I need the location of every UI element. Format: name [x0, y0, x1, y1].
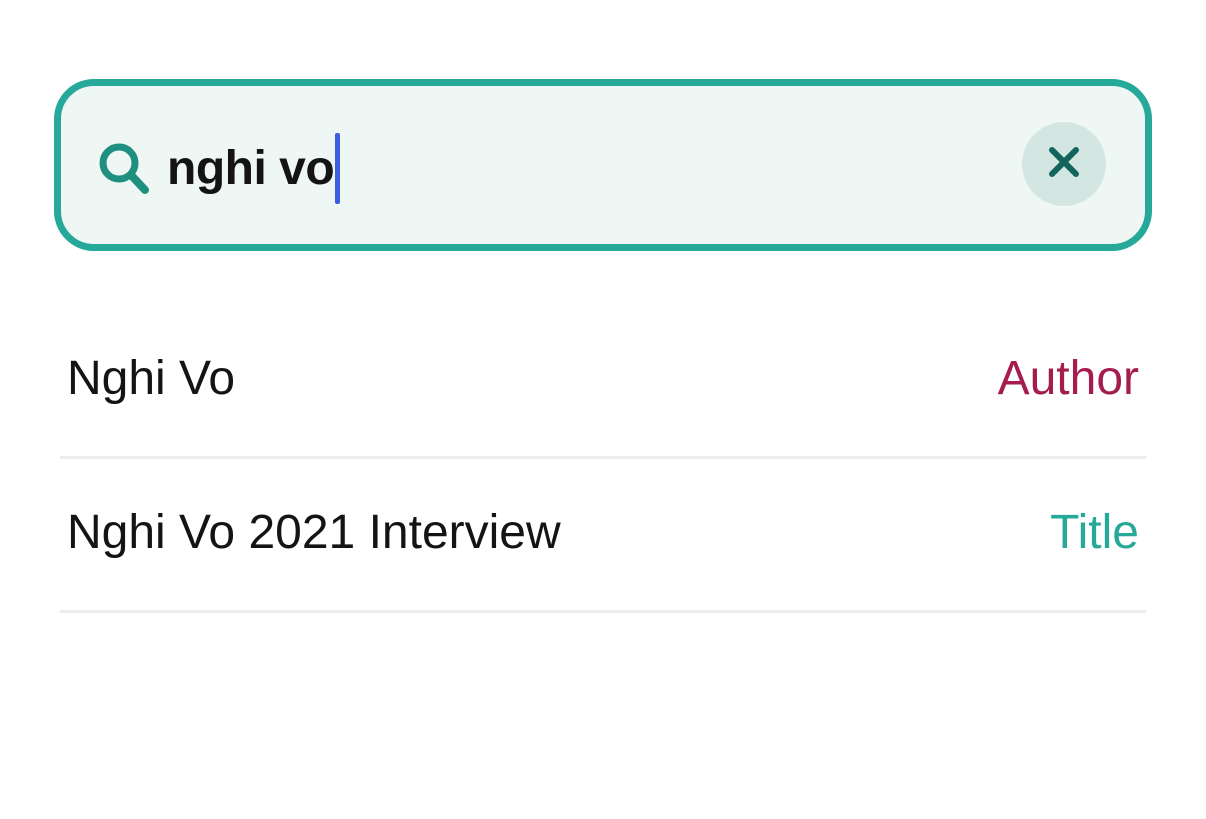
result-name: Nghi Vo 2021 Interview: [67, 506, 561, 559]
close-icon: [1048, 146, 1080, 183]
search-input[interactable]: nghi vo: [167, 132, 341, 204]
clear-search-button[interactable]: [1022, 122, 1106, 206]
search-screen: nghi vo Nghi Vo Author Nghi Vo 2021 Inte…: [0, 0, 1206, 819]
result-row-title[interactable]: Nghi Vo 2021 Interview Title: [60, 459, 1146, 613]
search-icon: [97, 140, 151, 196]
result-type-badge: Title: [1050, 506, 1139, 559]
search-results-list: Nghi Vo Author Nghi Vo 2021 Interview Ti…: [60, 305, 1146, 613]
result-type-badge: Author: [997, 352, 1139, 405]
result-name: Nghi Vo: [67, 352, 236, 405]
search-bar[interactable]: nghi vo: [54, 79, 1152, 251]
text-caret: [335, 132, 341, 204]
search-query-text: nghi vo: [167, 141, 335, 195]
result-row-author[interactable]: Nghi Vo Author: [60, 305, 1146, 459]
